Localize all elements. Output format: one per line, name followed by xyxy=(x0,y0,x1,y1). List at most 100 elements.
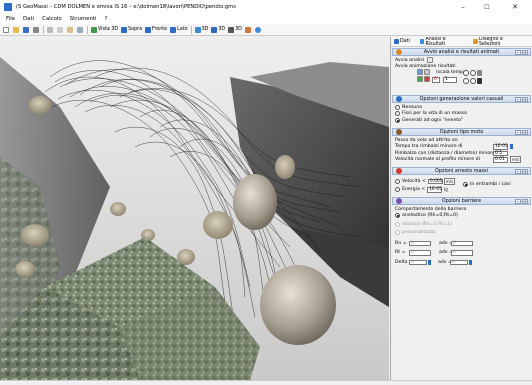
window-title: (S GeoMassi – CDM DOLMEN e omnia IS 16 –… xyxy=(16,4,236,10)
maximize-button[interactable]: ☐ xyxy=(476,0,498,14)
menu-help[interactable]: ? xyxy=(105,16,108,22)
frame-counter[interactable]: 0 xyxy=(432,77,440,83)
section-header-moto[interactable]: Opzioni tipo moto – + xyxy=(392,128,531,136)
expand-button[interactable]: + xyxy=(522,168,528,174)
tab-analisi[interactable]: Analisi e Risultati xyxy=(419,37,468,47)
spinner-icon[interactable] xyxy=(510,144,513,150)
vista-3d-button[interactable]: Vista 3D xyxy=(91,25,118,34)
rotate-3d-button[interactable]: 3D xyxy=(194,25,208,34)
menu-calcolo[interactable]: Calcolo xyxy=(42,16,62,22)
velocita-input[interactable]: 0.005 xyxy=(427,178,443,184)
boulder xyxy=(21,224,49,246)
expand-button[interactable]: + xyxy=(522,96,528,102)
record-icon[interactable] xyxy=(477,78,482,84)
rn-input[interactable]: 0 xyxy=(409,240,431,246)
radio-button[interactable] xyxy=(395,221,400,227)
param-label: adv = xyxy=(439,240,454,246)
radio-entrambi[interactable]: In entrambi i casi xyxy=(463,181,511,188)
rt-input[interactable]: 0 xyxy=(409,250,431,256)
globe-button[interactable] xyxy=(254,25,262,34)
app-icon xyxy=(4,3,12,11)
render-3d-button[interactable]: 3D xyxy=(228,25,242,34)
orbit-3d-button[interactable]: 3D xyxy=(211,25,225,34)
save-button[interactable] xyxy=(23,25,30,34)
radio-anelastico[interactable]: anelastico (Rh=0;Rt=0) xyxy=(395,213,528,220)
3d-viewport[interactable] xyxy=(0,37,389,380)
tab-disegno[interactable]: Disegno e Selezioni xyxy=(473,37,527,47)
expand-button[interactable]: + xyxy=(522,129,528,135)
rimbalzo-distanza-input[interactable]: 0.5 xyxy=(493,150,508,156)
scala-tempo-input[interactable]: 1 xyxy=(443,77,457,83)
radio-button[interactable] xyxy=(395,117,400,123)
fronte-button[interactable]: Fronte xyxy=(145,25,167,34)
expand-button[interactable]: + xyxy=(522,198,528,204)
paste-button[interactable] xyxy=(67,25,74,34)
radio-personalizzato[interactable]: personalizzato xyxy=(395,230,528,237)
collapse-button[interactable]: – xyxy=(515,198,521,204)
delta-input[interactable]: 0 xyxy=(409,259,427,265)
arrow-up-icon xyxy=(145,26,152,33)
expand-button[interactable]: + xyxy=(522,49,528,55)
moto-row-label: Tempo tra rimbalzi minore di xyxy=(395,144,463,150)
radio-generati[interactable]: Generati ad ogni "evento" xyxy=(395,117,528,124)
close-button[interactable]: ✕ xyxy=(504,0,526,14)
section-title: Avvio analisi e risultati animati xyxy=(423,49,500,55)
rotate-icon xyxy=(194,26,201,33)
velocita-normale-input[interactable]: 0.01 xyxy=(493,157,508,163)
adv-input[interactable]: 0 xyxy=(451,240,473,246)
tempo-rimbalzi-input[interactable]: 1E-05 xyxy=(493,144,508,150)
radio-button[interactable] xyxy=(395,230,400,236)
radio-button[interactable] xyxy=(395,213,400,219)
section-header-barriere[interactable]: Opzioni barriere – + xyxy=(392,197,531,205)
minimize-button[interactable]: – xyxy=(452,0,474,14)
anim-play-button[interactable] xyxy=(417,69,423,75)
camera-icon[interactable] xyxy=(477,70,482,76)
collapse-button[interactable]: – xyxy=(515,49,521,55)
radio-energia[interactable] xyxy=(395,187,400,193)
tab-dati[interactable]: Dati xyxy=(394,39,415,44)
section-title: Opzioni tipo moto xyxy=(439,129,484,135)
cut-icon xyxy=(47,26,53,33)
adv-input[interactable]: 0 xyxy=(450,259,468,265)
menu-file[interactable]: File xyxy=(6,16,15,22)
anim-forward-button[interactable] xyxy=(417,76,423,82)
radio-velocita[interactable] xyxy=(395,178,400,184)
section-header-arresto[interactable]: Opzioni arresto massi – + xyxy=(392,167,531,175)
forward-button[interactable] xyxy=(470,78,476,84)
drawing-icon xyxy=(473,39,478,44)
step-button[interactable] xyxy=(470,70,476,76)
arrow-right-icon xyxy=(170,26,177,33)
spinner-icon[interactable] xyxy=(469,259,472,265)
cut-button[interactable] xyxy=(47,25,54,34)
collapse-button[interactable]: – xyxy=(515,168,521,174)
back-button[interactable] xyxy=(463,78,469,84)
radio-button[interactable] xyxy=(395,111,400,117)
copy-button[interactable] xyxy=(57,25,64,34)
section-header-casuali[interactable]: Opzioni generazione valori casuali – + xyxy=(392,95,531,103)
open-button[interactable] xyxy=(13,25,20,34)
data-icon xyxy=(394,39,399,44)
menu-strumenti[interactable]: Strumenti xyxy=(70,16,97,22)
collapse-button[interactable]: – xyxy=(515,129,521,135)
print-button[interactable] xyxy=(33,25,40,34)
menu-dati[interactable]: Dati xyxy=(23,16,34,22)
radio-button[interactable] xyxy=(463,181,468,187)
radio-button[interactable] xyxy=(395,104,400,110)
radio-elastico[interactable]: elastico (Rh=1;Rt=1) xyxy=(395,221,528,228)
new-button[interactable] xyxy=(3,25,10,34)
energia-input[interactable]: 1E-05 xyxy=(427,187,443,193)
radio-label: In entrambi i casi xyxy=(470,181,511,187)
sopra-button[interactable]: Sopra xyxy=(121,25,142,34)
settings-button[interactable] xyxy=(244,25,252,34)
boulder xyxy=(110,202,126,216)
rewind-button[interactable] xyxy=(463,70,469,76)
adv-input[interactable]: 0 xyxy=(451,250,473,256)
spinner-icon[interactable] xyxy=(428,259,431,265)
avvia-analisi-button[interactable] xyxy=(427,57,434,64)
section-header-avvio[interactable]: Avvio analisi e risultati animati – + xyxy=(392,48,531,56)
collapse-button[interactable]: – xyxy=(515,96,521,102)
zoom-button[interactable] xyxy=(77,25,84,34)
anim-stop-button[interactable] xyxy=(424,76,430,82)
anim-pause-button[interactable] xyxy=(424,69,430,75)
lato-button[interactable]: Lato xyxy=(170,25,188,34)
